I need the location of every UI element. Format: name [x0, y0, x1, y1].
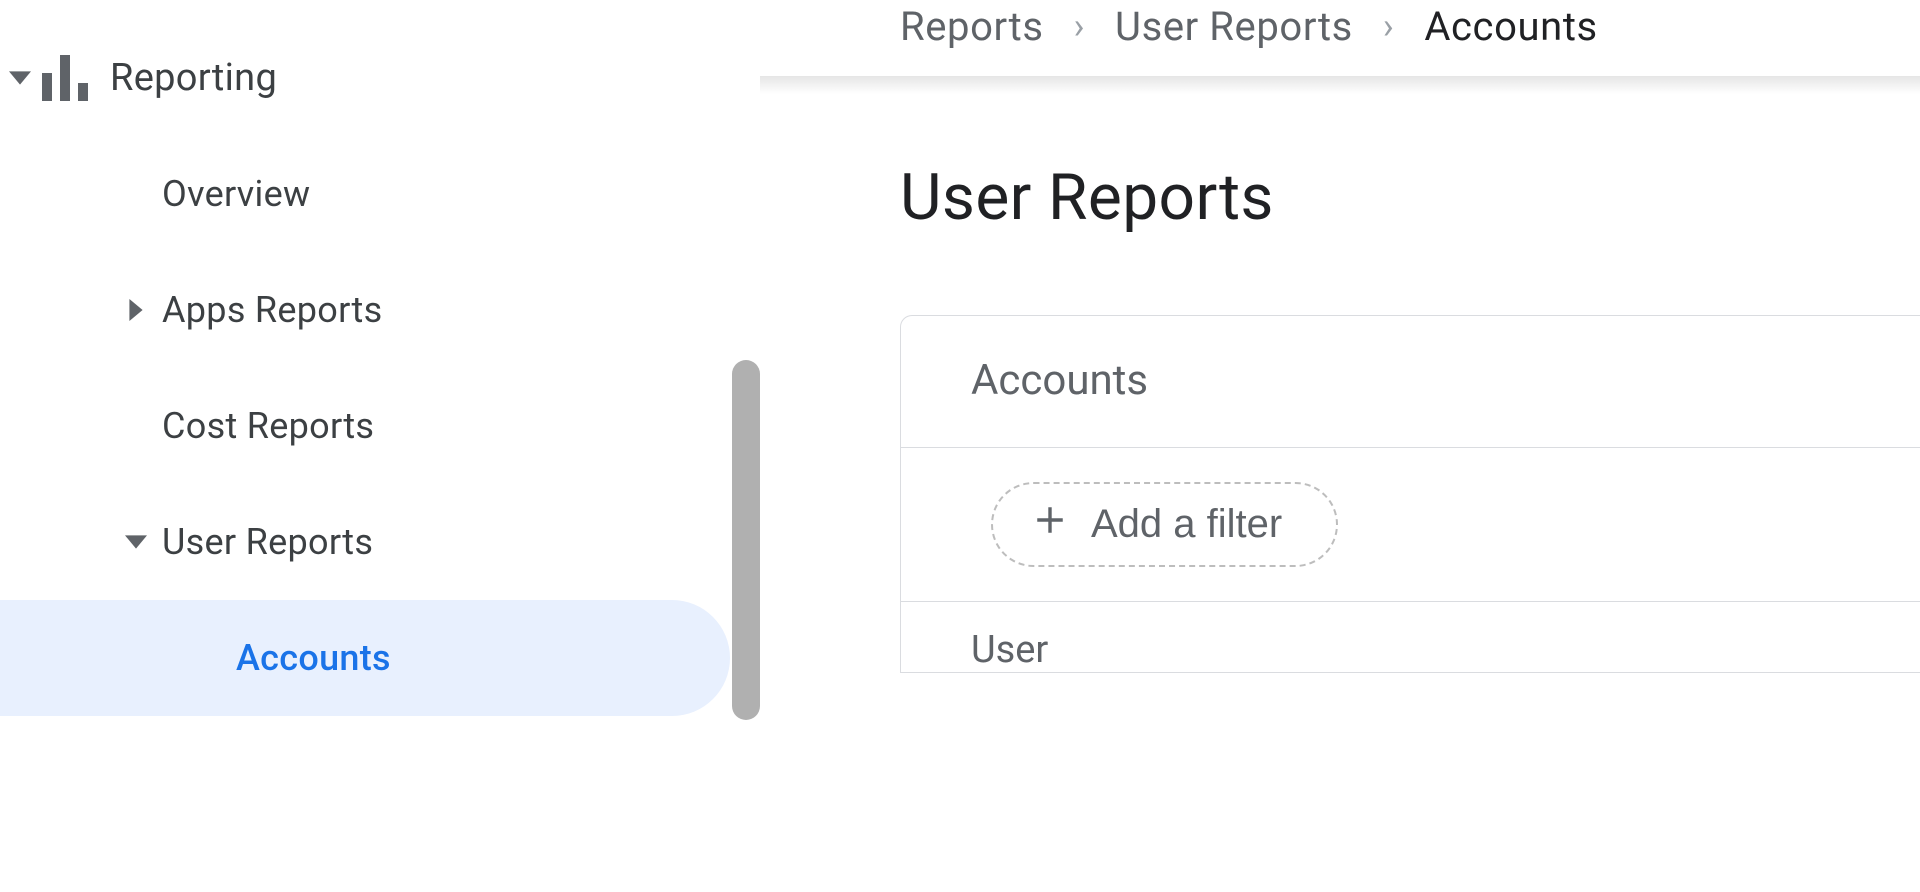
- sidebar-item-label: Accounts: [236, 637, 391, 679]
- sidebar-item-overview[interactable]: Overview: [0, 136, 730, 252]
- main-content: Reports › User Reports › Accounts User R…: [760, 0, 1920, 892]
- sidebar-item-label: Overview: [162, 173, 310, 215]
- sidebar-item-label: User Reports: [162, 521, 373, 563]
- sidebar-item-apps-reports[interactable]: Apps Reports: [0, 252, 730, 368]
- add-filter-button[interactable]: Add a filter: [991, 482, 1338, 567]
- caret-down-icon: [0, 71, 40, 85]
- sidebar-item-label: Reporting: [110, 56, 277, 100]
- header-shadow: [760, 76, 1920, 94]
- breadcrumb-user-reports[interactable]: User Reports: [1115, 3, 1353, 50]
- card-title: Accounts: [901, 316, 1920, 448]
- chevron-right-icon: ›: [1383, 5, 1394, 47]
- caret-right-icon: [110, 299, 162, 321]
- sidebar-item-accounts[interactable]: Accounts: [0, 600, 730, 716]
- add-filter-label: Add a filter: [1091, 502, 1282, 547]
- breadcrumb: Reports › User Reports › Accounts: [900, 0, 1920, 70]
- breadcrumb-accounts[interactable]: Accounts: [1424, 3, 1597, 50]
- page-title: User Reports: [900, 160, 1920, 235]
- chevron-right-icon: ›: [1074, 5, 1085, 47]
- sidebar-item-label: Apps Reports: [162, 289, 382, 331]
- sidebar: Reporting Overview Apps Reports Cost Rep…: [0, 0, 760, 892]
- sidebar-scrollbar-thumb[interactable]: [732, 360, 760, 720]
- plus-icon: [1033, 502, 1067, 547]
- sidebar-item-user-reports[interactable]: User Reports: [0, 484, 730, 600]
- sidebar-item-cost-reports[interactable]: Cost Reports: [0, 368, 730, 484]
- sidebar-item-label: Cost Reports: [162, 405, 374, 447]
- bar-chart-icon: [40, 55, 110, 101]
- accounts-card: Accounts Add a filter User: [900, 315, 1920, 673]
- filter-bar: Add a filter: [901, 448, 1920, 602]
- caret-down-icon: [110, 535, 162, 549]
- breadcrumb-reports[interactable]: Reports: [900, 3, 1044, 50]
- table-column-user[interactable]: User: [971, 628, 1048, 672]
- table-header: User: [901, 602, 1920, 672]
- sidebar-item-reporting[interactable]: Reporting: [0, 20, 730, 136]
